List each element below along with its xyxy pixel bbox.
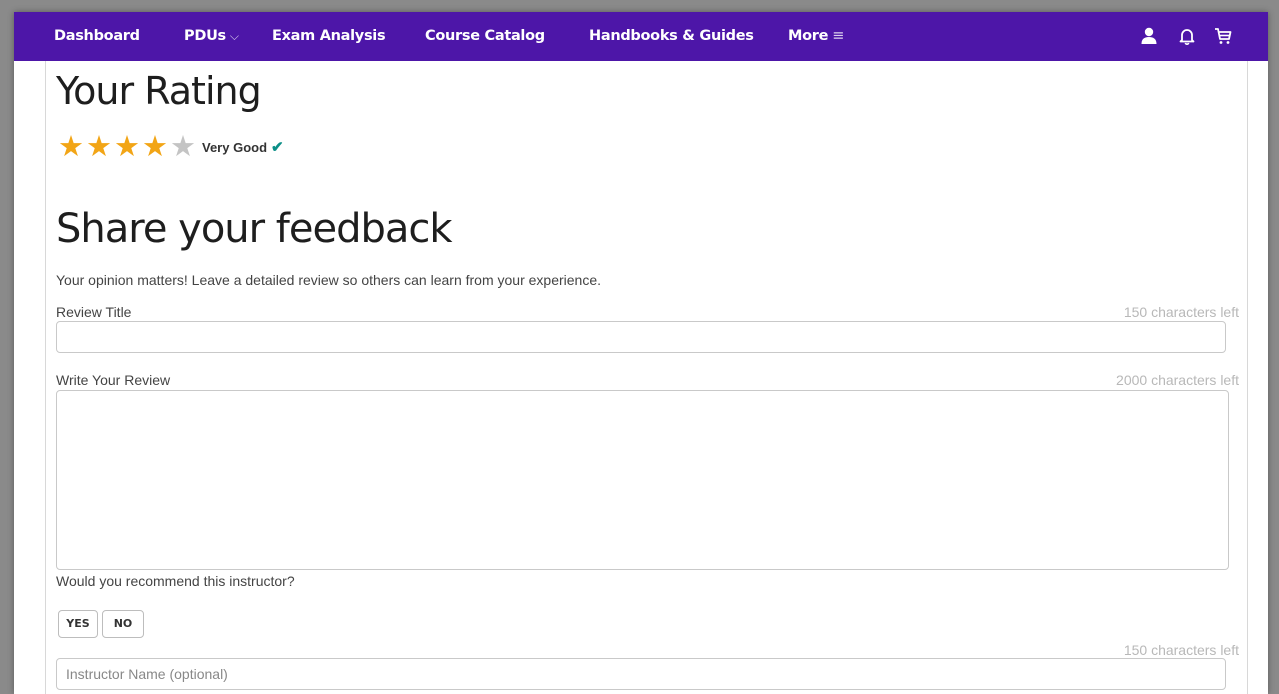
instructor-name-counter: 150 characters left bbox=[1123, 642, 1239, 658]
user-icon[interactable] bbox=[1139, 26, 1159, 46]
nav-more[interactable]: More ≡ bbox=[788, 12, 844, 61]
page-frame: Dashboard PDUs ⌵ Exam Analysis Course Cat… bbox=[14, 12, 1268, 694]
nav-handbooks-guides[interactable]: Handbooks & Guides bbox=[589, 12, 754, 61]
star-icon[interactable]: ★ bbox=[58, 133, 84, 162]
star-rating[interactable]: ★ ★ ★ ★ ★ Very Good ✔ bbox=[58, 133, 284, 162]
nav-pdus-label: PDUs bbox=[184, 28, 226, 44]
feedback-heading: Share your feedback bbox=[56, 206, 453, 252]
rating-label: Very Good bbox=[202, 139, 268, 155]
cart-icon[interactable] bbox=[1213, 26, 1233, 46]
recommend-no-button[interactable]: NO bbox=[102, 610, 144, 638]
nav-course-catalog-label: Course Catalog bbox=[425, 28, 545, 44]
review-title-counter: 150 characters left bbox=[1123, 304, 1239, 320]
review-form-panel: Your Rating ★ ★ ★ ★ ★ Very Good ✔ Share … bbox=[45, 61, 1248, 694]
bell-icon[interactable] bbox=[1177, 26, 1197, 46]
nav-course-catalog[interactable]: Course Catalog bbox=[425, 12, 545, 61]
recommend-question: Would you recommend this instructor? bbox=[56, 573, 295, 589]
chevron-down-icon: ⌵ bbox=[229, 29, 239, 43]
nav-more-label: More bbox=[788, 28, 829, 44]
review-body-label: Write Your Review bbox=[56, 372, 171, 388]
review-title-label: Review Title bbox=[56, 304, 132, 320]
star-icon[interactable]: ★ bbox=[170, 133, 196, 162]
recommend-yes-button[interactable]: YES bbox=[58, 610, 98, 638]
rating-heading: Your Rating bbox=[56, 69, 262, 113]
nav-dashboard-label: Dashboard bbox=[54, 28, 140, 44]
star-icon[interactable]: ★ bbox=[142, 133, 168, 162]
checkmark-icon: ✔ bbox=[271, 139, 284, 156]
instructor-name-input[interactable] bbox=[56, 658, 1226, 690]
nav-dashboard[interactable]: Dashboard bbox=[54, 12, 140, 61]
star-icon[interactable]: ★ bbox=[86, 133, 112, 162]
review-title-input[interactable] bbox=[56, 321, 1226, 353]
review-body-counter: 2000 characters left bbox=[1116, 372, 1239, 388]
nav-exam-analysis[interactable]: Exam Analysis bbox=[272, 12, 386, 61]
star-icon[interactable]: ★ bbox=[114, 133, 140, 162]
review-body-textarea[interactable] bbox=[56, 390, 1229, 570]
nav-exam-analysis-label: Exam Analysis bbox=[272, 28, 386, 44]
menu-icon: ≡ bbox=[832, 28, 845, 44]
nav-pdus[interactable]: PDUs ⌵ bbox=[184, 12, 239, 61]
feedback-intro: Your opinion matters! Leave a detailed r… bbox=[56, 272, 602, 288]
nav-handbooks-guides-label: Handbooks & Guides bbox=[589, 28, 754, 44]
top-navigation-bar: Dashboard PDUs ⌵ Exam Analysis Course Cat… bbox=[14, 12, 1268, 61]
